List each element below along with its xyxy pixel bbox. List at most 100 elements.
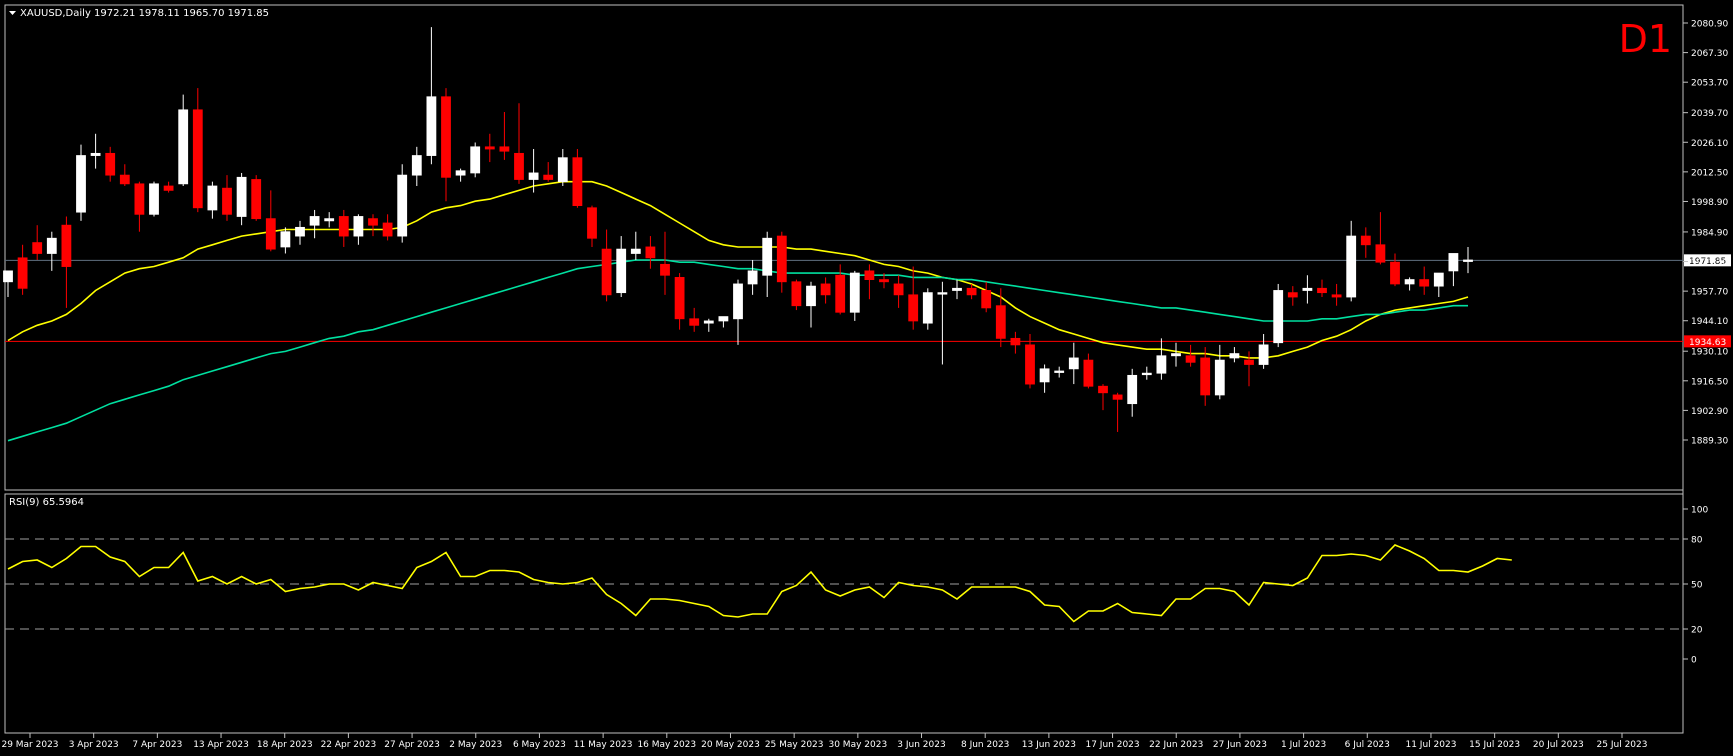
candle-body	[426, 96, 437, 156]
date-tick-label: 11 May 2023	[574, 740, 633, 750]
candle-body	[353, 216, 364, 237]
date-tick-label: 1 Jul 2023	[1281, 740, 1326, 750]
candle-body	[470, 146, 481, 174]
candle-body	[1127, 374, 1138, 405]
candle-body	[119, 174, 130, 185]
candle-body	[952, 287, 962, 291]
date-tick-label: 22 Jun 2023	[1149, 740, 1203, 750]
date-tick-label: 3 Apr 2023	[69, 740, 119, 750]
candle-body	[192, 109, 203, 209]
candle-body	[251, 179, 262, 220]
candle-body	[806, 285, 816, 307]
price-tick-label: 2012.50	[1691, 168, 1728, 178]
candle-body	[499, 146, 510, 152]
candle-body	[1360, 235, 1371, 246]
date-tick-label: 22 Apr 2023	[321, 740, 377, 750]
candle-body	[616, 248, 627, 294]
candle-body	[995, 305, 1006, 339]
date-tick-label: 27 Apr 2023	[384, 740, 440, 750]
candle-body	[382, 222, 393, 237]
candle-body	[1025, 344, 1035, 385]
candle-body	[1185, 355, 1196, 363]
price-tick-label: 2026.10	[1691, 139, 1728, 149]
timeframe-badge: D1	[1619, 17, 1672, 61]
candle-body	[660, 263, 670, 276]
candle-body	[776, 235, 787, 283]
candle-body	[32, 242, 43, 254]
candle-body	[265, 218, 276, 250]
price-tick-label: 1930.10	[1691, 348, 1728, 358]
price-tick-label: 2039.70	[1691, 109, 1728, 119]
candle-body	[762, 237, 773, 276]
candle-body	[76, 155, 86, 213]
price-tick-label: 1971.30	[1691, 258, 1728, 268]
candle	[791, 279, 802, 311]
candle-body	[791, 281, 802, 307]
candle-body	[601, 248, 612, 296]
candle	[470, 142, 481, 178]
price-tick-label: 2053.70	[1691, 79, 1728, 89]
date-tick-label: 18 Apr 2023	[257, 740, 313, 750]
candle-body	[61, 224, 72, 267]
candle-body	[236, 176, 247, 217]
candle-body	[338, 216, 349, 237]
rsi-tick-label: 100	[1691, 506, 1708, 516]
candle-body	[1068, 357, 1079, 370]
candle-body	[893, 283, 904, 296]
candle-body	[864, 270, 875, 280]
price-tick-label: 2067.30	[1691, 49, 1728, 59]
rsi-tick-label: 0	[1691, 656, 1697, 666]
candle-body	[879, 279, 889, 283]
price-tick-label: 1998.90	[1691, 198, 1728, 208]
candle-body	[1156, 355, 1167, 374]
candle	[397, 164, 408, 243]
candle-body	[397, 174, 408, 237]
candle-body	[222, 187, 232, 215]
rsi-tick-label: 50	[1691, 581, 1703, 591]
candle	[922, 288, 933, 330]
candle-body	[280, 231, 291, 248]
candle-body	[587, 207, 597, 239]
candle-body	[1273, 290, 1284, 344]
candle-body	[324, 218, 335, 222]
candle-body	[149, 183, 159, 215]
rsi-tick-label: 20	[1691, 626, 1703, 636]
candle-body	[1287, 292, 1298, 298]
date-tick-label: 3 Jun 2023	[897, 740, 945, 750]
candle-body	[1375, 244, 1386, 263]
candle	[1273, 283, 1284, 348]
candle-body	[1141, 372, 1152, 376]
candle-body	[105, 152, 116, 176]
candle-body	[981, 290, 992, 309]
candle-body	[820, 283, 831, 296]
candle-body	[1433, 272, 1444, 287]
date-tick-label: 25 May 2023	[765, 740, 824, 750]
rsi-tick-label: 80	[1691, 536, 1703, 546]
candle	[251, 175, 262, 221]
candle-body	[368, 218, 378, 226]
candle-body	[1404, 279, 1415, 285]
candle-body	[295, 226, 305, 237]
date-tick-label: 16 May 2023	[637, 740, 696, 750]
candle-body	[1083, 359, 1094, 387]
candle-body	[207, 185, 218, 211]
candle-body	[90, 152, 101, 156]
candle-body	[1463, 259, 1473, 262]
price-tick-label: 1889.30	[1691, 437, 1728, 447]
price-tick-label: 1902.90	[1691, 407, 1728, 417]
candle-body	[1054, 370, 1065, 373]
candle-body	[134, 183, 145, 215]
candle-body	[1214, 359, 1225, 396]
candle-body	[1200, 357, 1211, 396]
candle-body	[747, 270, 758, 285]
candle-body	[630, 248, 641, 254]
date-tick-label: 11 Jul 2023	[1405, 740, 1456, 750]
candle-body	[1317, 287, 1327, 294]
candle-body	[543, 174, 554, 180]
candle-body	[733, 283, 743, 320]
date-tick-label: 6 May 2023	[513, 740, 566, 750]
candle-body	[514, 152, 524, 180]
date-tick-label: 13 Jun 2023	[1022, 740, 1076, 750]
date-tick-label: 27 Jun 2023	[1213, 740, 1267, 750]
price-tick-label: 1957.70	[1691, 288, 1728, 298]
